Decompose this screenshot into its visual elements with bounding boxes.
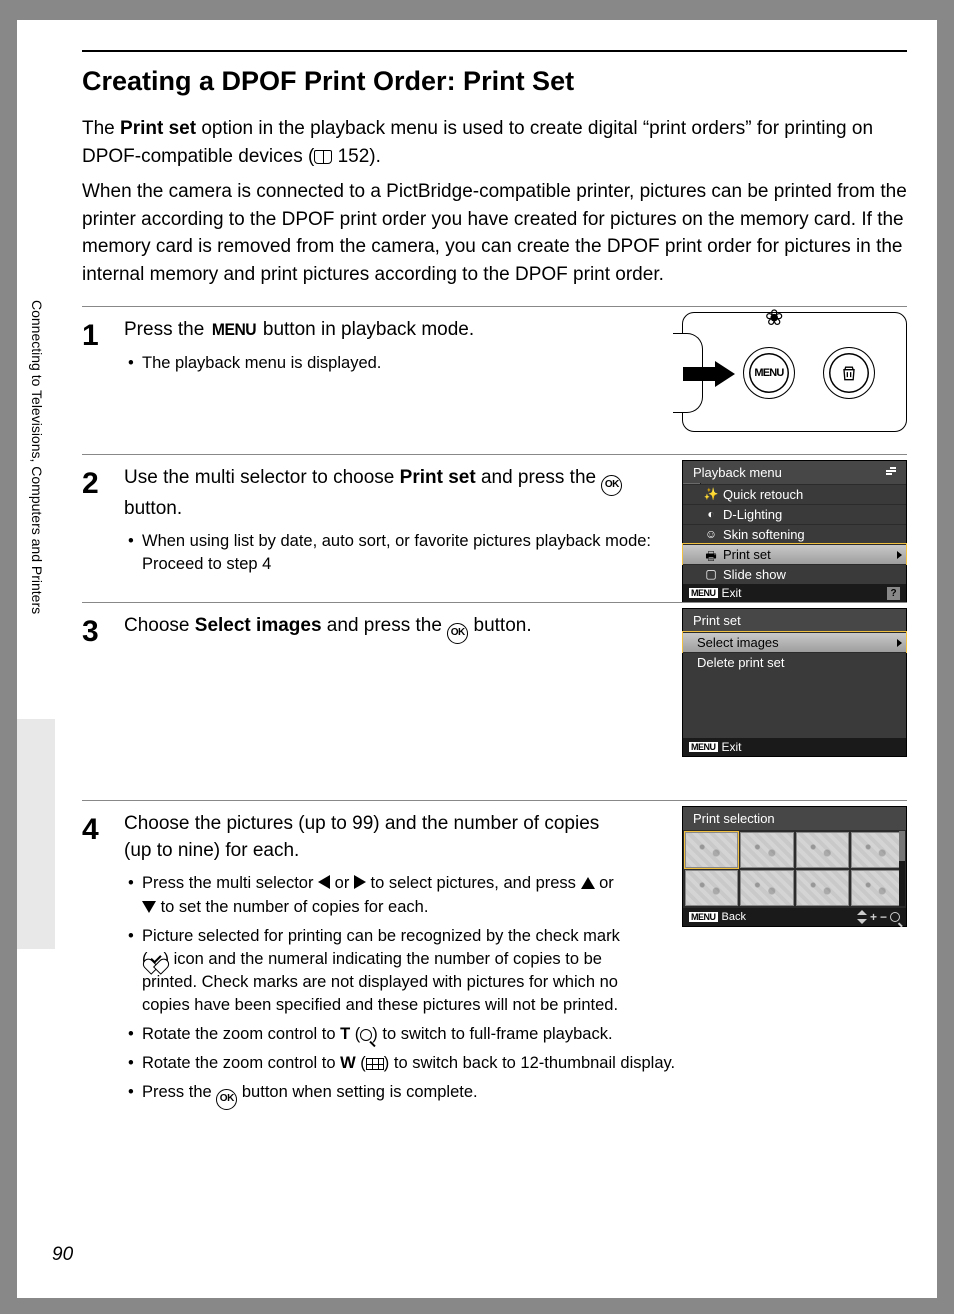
quick-retouch-icon: ✨ [703,487,719,501]
lcd-title: Print set [683,609,906,632]
scrollbar-thumb [899,831,905,861]
page-title: Creating a DPOF Print Order: Print Set [82,50,907,107]
magnify-icon [890,912,900,922]
ok-button-icon: OK [447,623,468,644]
updown-icon [857,910,867,924]
slide-show-icon: ▢ [703,567,719,581]
up-arrow-icon [581,877,595,889]
thumbnail-grid [683,830,906,908]
step-bullet: Rotate the zoom control to T () to switc… [142,1023,907,1046]
camera-delete-button [823,347,875,399]
section-label: Connecting to Televisions, Computers and… [27,300,45,720]
d-lighting-icon: ◐ [703,507,719,521]
thumbnail [685,870,738,906]
menu-item-quick-retouch: ✨Quick retouch [683,484,906,504]
menu-item-d-lighting: ◐D-Lighting [683,504,906,524]
step-bullet: The playback menu is displayed. [142,352,664,375]
step-bullet: Press the multi selector or to select pi… [142,872,622,918]
intro-paragraph-1: The Print set option in the playback men… [82,115,907,170]
manual-page: Connecting to Televisions, Computers and… [17,20,937,1298]
chevron-right-icon [897,639,902,647]
ok-button-icon: OK [216,1089,237,1110]
step-body: Choose Select images and press the OK bu… [124,613,664,652]
lcd-print-selection: Print selection MENU Back [682,806,907,927]
scrollbar [899,831,905,906]
trash-icon [839,363,859,383]
step-bullet: Rotate the zoom control to W () to switc… [142,1052,907,1075]
step-number: 1 [82,321,108,351]
page-number: 90 [52,1244,73,1266]
chevron-right-icon [897,551,902,559]
camera-menu-button: MENU [743,347,795,399]
thumbnail-grid-icon [366,1058,384,1070]
menu-item-slide-show: ▢Slide show [683,564,906,584]
thumbnail [740,832,793,868]
left-arrow-icon [318,875,330,889]
step-number: 4 [82,815,108,845]
step-bullet: Press the OK button when setting is comp… [142,1081,907,1110]
menu-tag-icon: MENU [689,588,718,598]
menu-tag-icon: MENU [689,912,718,922]
lcd-title: Print selection [683,807,906,830]
help-icon: ? [887,587,900,600]
step-2: 2 Use the multi selector to choose Print… [82,454,907,584]
menu-item-print-set: 🖶Print set [683,544,906,564]
lcd-empty-area [683,672,906,738]
lcd-footer: MENU Back + − [683,908,906,926]
step-number: 2 [82,469,108,499]
ok-button-icon: OK [601,475,622,496]
step-body: Press the MENU button in playback mode. … [124,317,664,381]
step-3: 3 Choose Select images and press the OK … [82,602,907,782]
step-heading: Use the multi selector to choose Print s… [124,465,664,522]
macro-icon: ❀ [765,305,783,331]
thumbnail [851,870,904,906]
lcd-footer: MENU Exit [683,738,906,756]
intro-paragraph-2: When the camera is connected to a PictBr… [82,178,907,288]
step-4: 4 Choose the pictures (up to 99) and the… [82,800,907,1115]
magnify-icon [360,1029,372,1041]
lcd-footer: MENU Exit ? [683,584,906,602]
sidebar-tab [17,719,55,949]
intro: The Print set option in the playback men… [82,115,907,288]
checkmark-heart-icon [148,952,164,966]
content: Creating a DPOF Print Order: Print Set T… [82,50,907,1116]
thumbnail [796,870,849,906]
down-arrow-icon [142,901,156,913]
right-arrow-icon [354,875,366,889]
camera-diagram: ❀ MENU [682,312,907,432]
step-bullet: When using list by date, auto sort, or f… [142,530,664,576]
skin-softening-icon: ☺ [703,527,719,541]
step-bullet: Picture selected for printing can be rec… [142,925,622,1017]
step-heading: Press the MENU button in playback mode. [124,317,664,344]
step-1: 1 Press the MENU button in playback mode… [82,306,907,436]
lcd-playback-menu: Playback menu ✨Quick retouch ◐D-Lighting… [682,460,907,603]
thumbnail [685,832,738,868]
thumbnail [796,832,849,868]
menu-item-select-images: Select images [683,632,906,652]
arrow-icon [683,361,741,387]
step-heading: Choose the pictures (up to 99) and the n… [124,811,604,864]
scroll-indicator-icon [886,467,896,479]
menu-button-icon: MENU [211,318,255,342]
zoom-controls-icon: + − [857,910,900,924]
menu-tag-icon: MENU [689,742,718,752]
lcd-title: Playback menu [683,461,906,484]
step-heading: Choose Select images and press the OK bu… [124,613,664,644]
menu-item-skin-softening: ☺Skin softening [683,524,906,544]
lcd-print-set: Print set Select images Delete print set… [682,608,907,757]
thumbnail [851,832,904,868]
menu-item-delete-print-set: Delete print set [683,652,906,672]
step-body: Use the multi selector to choose Print s… [124,465,664,582]
manual-ref-icon [314,150,332,164]
step-number: 3 [82,617,108,647]
thumbnail [740,870,793,906]
